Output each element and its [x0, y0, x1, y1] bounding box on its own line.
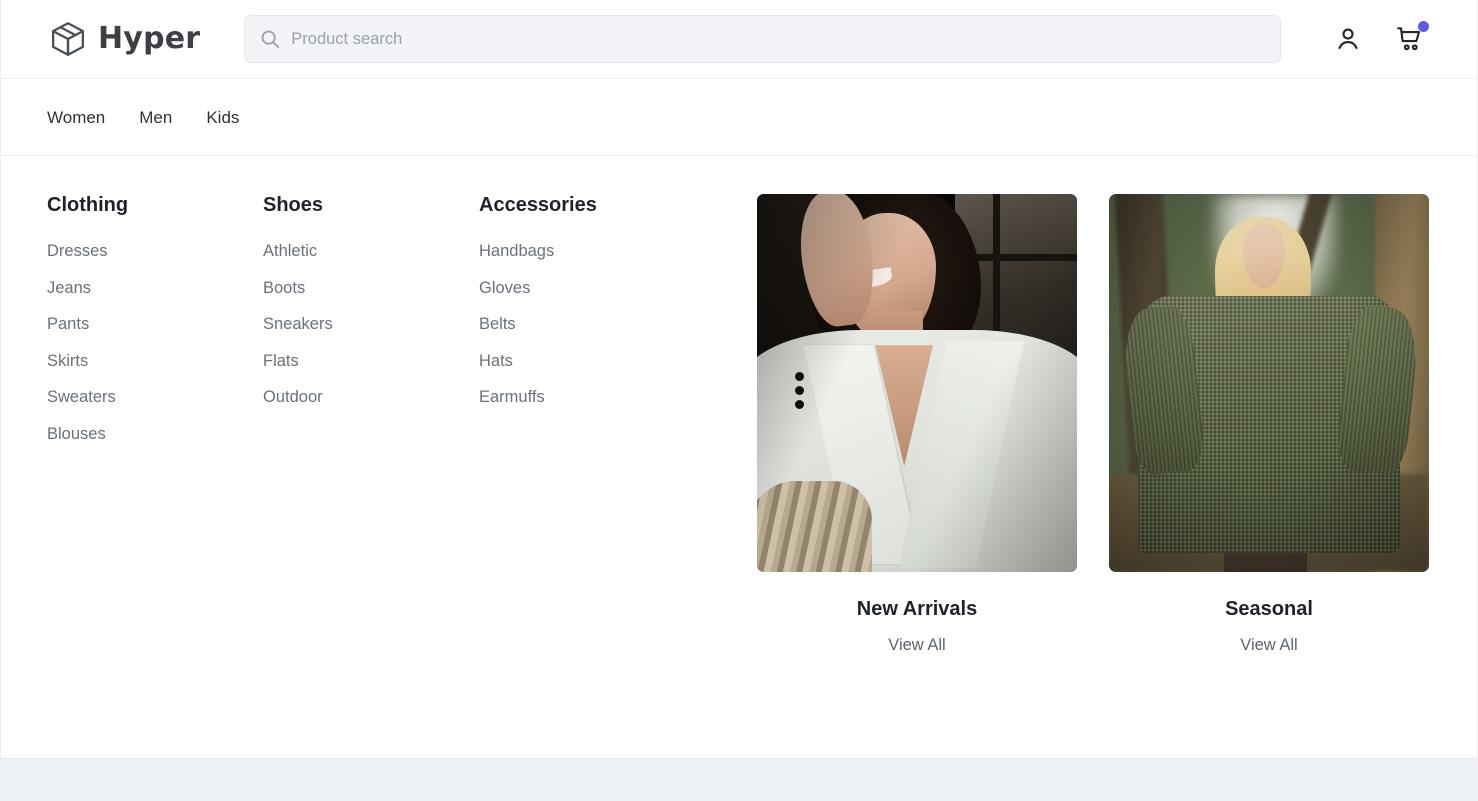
menu-link-gloves[interactable]: Gloves	[479, 279, 695, 297]
promo-artwork-woman-cream-blazer	[757, 194, 1077, 572]
account-button[interactable]	[1333, 24, 1363, 54]
promo-image-seasonal[interactable]	[1109, 194, 1429, 572]
nav-item-men[interactable]: Men	[139, 107, 172, 128]
menu-link-athletic[interactable]: Athletic	[263, 243, 479, 260]
promo-view-all-new-arrivals[interactable]: View All	[757, 636, 1077, 655]
storefront-panel: Hyper Product search Women Men Kids Clot…	[0, 0, 1478, 759]
menu-link-handbags[interactable]: Handbags	[479, 243, 695, 260]
menu-link-hats[interactable]: Hats	[479, 352, 695, 370]
promo-image-new-arrivals[interactable]	[757, 194, 1077, 572]
cart-button[interactable]	[1395, 21, 1429, 54]
cart-badge	[1418, 21, 1429, 32]
mega-menu-column-accessories: Accessories Handbags Gloves Belts Hats E…	[479, 194, 695, 757]
promo-view-all-seasonal[interactable]: View All	[1109, 636, 1429, 655]
mega-menu-column-clothing: Clothing Dresses Jeans Pants Skirts Swea…	[47, 194, 263, 757]
mega-menu-promos: New Arrivals View All Seasonal View All	[757, 194, 1431, 757]
nav-item-kids[interactable]: Kids	[206, 107, 239, 128]
promo-artwork-woman-green-blazer	[1109, 194, 1429, 572]
menu-link-flats[interactable]: Flats	[263, 352, 479, 370]
menu-link-jeans[interactable]: Jeans	[47, 279, 263, 297]
brand-logo[interactable]: Hyper	[47, 18, 200, 60]
account-person-icon	[1333, 24, 1363, 54]
menu-link-blouses[interactable]: Blouses	[47, 425, 263, 443]
promo-card-seasonal: Seasonal View All	[1109, 194, 1429, 757]
search-input[interactable]	[291, 16, 1266, 62]
menu-link-boots[interactable]: Boots	[263, 279, 479, 297]
menu-link-outdoor[interactable]: Outdoor	[263, 389, 479, 406]
menu-link-belts[interactable]: Belts	[479, 316, 695, 333]
menu-link-dresses[interactable]: Dresses	[47, 243, 263, 260]
brand-name: Hyper	[98, 21, 201, 56]
promo-title-seasonal: Seasonal	[1225, 598, 1313, 620]
search-icon	[259, 28, 281, 50]
column-title-clothing: Clothing	[47, 194, 129, 216]
menu-link-sweaters[interactable]: Sweaters	[47, 389, 263, 406]
page-root: Hyper Product search Women Men Kids Clot…	[0, 0, 1478, 801]
column-title-accessories: Accessories	[479, 194, 597, 216]
nav-item-women[interactable]: Women	[47, 107, 105, 128]
primary-nav: Women Men Kids	[1, 79, 1477, 156]
menu-link-earmuffs[interactable]: Earmuffs	[479, 389, 695, 406]
menu-link-pants[interactable]: Pants	[47, 316, 263, 333]
mega-menu-column-shoes: Shoes Athletic Boots Sneakers Flats Outd…	[263, 194, 479, 757]
search-bar[interactable]	[244, 15, 1281, 63]
column-title-shoes: Shoes	[263, 194, 324, 216]
promo-title-new-arrivals: New Arrivals	[856, 598, 978, 620]
header-actions	[1333, 21, 1429, 54]
site-header: Hyper	[1, 0, 1477, 79]
promo-card-new-arrivals: New Arrivals View All	[757, 194, 1077, 757]
cube-logo-icon	[47, 18, 89, 60]
mega-menu-link-columns: Clothing Dresses Jeans Pants Skirts Swea…	[47, 194, 695, 757]
menu-link-sneakers[interactable]: Sneakers	[263, 316, 479, 333]
menu-link-skirts[interactable]: Skirts	[47, 352, 263, 370]
mega-menu-panel: Clothing Dresses Jeans Pants Skirts Swea…	[1, 156, 1477, 757]
